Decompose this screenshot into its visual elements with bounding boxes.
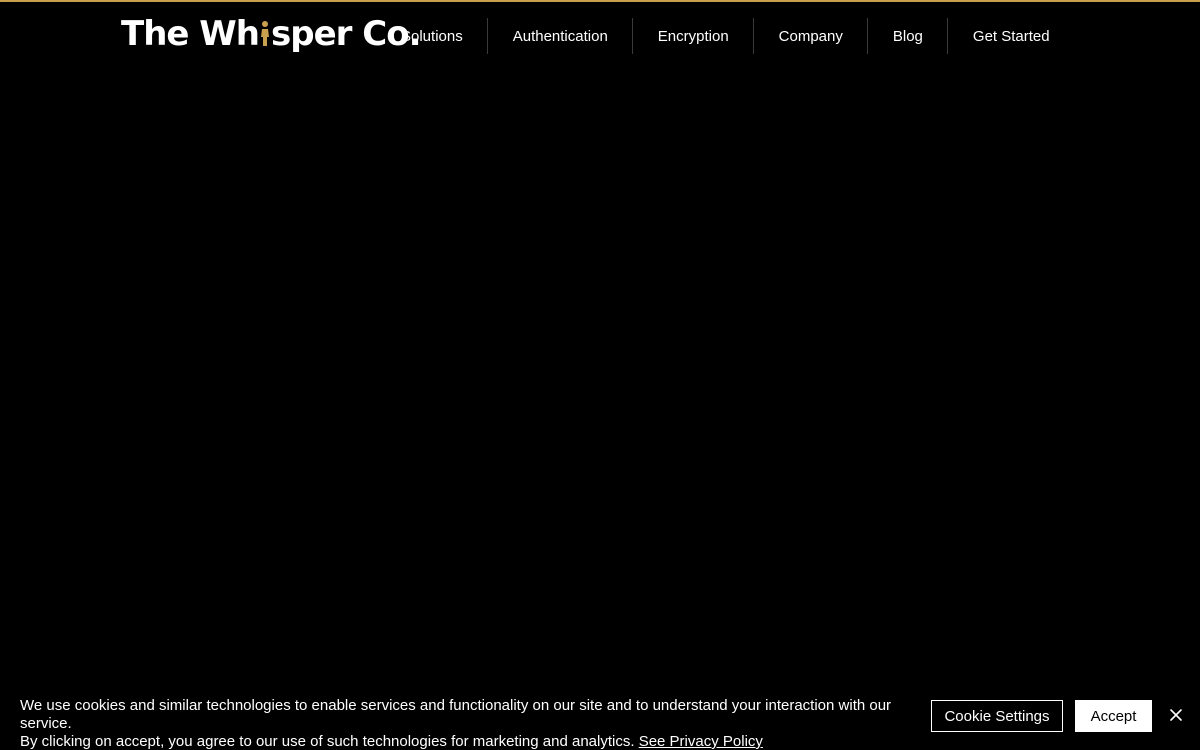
nav-encryption[interactable]: Encryption <box>631 18 753 54</box>
main-nav: Solutions Authentication Encryption Comp… <box>377 18 1074 54</box>
logo-text-start: The Wh <box>121 14 260 54</box>
close-icon[interactable] <box>1166 705 1186 725</box>
logo[interactable]: The Wh sper Co. <box>121 14 421 58</box>
cookie-message-line1: We use cookies and similar technologies … <box>20 697 892 732</box>
nav-blog[interactable]: Blog <box>866 18 947 54</box>
nav-get-started[interactable]: Get Started <box>946 18 1074 54</box>
cookie-settings-button[interactable]: Cookie Settings <box>931 700 1063 732</box>
cookie-message: We use cookies and similar technologies … <box>20 697 900 750</box>
page: The Wh sper Co. Solutions Authentication… <box>0 0 1200 750</box>
accept-button[interactable]: Accept <box>1075 700 1152 732</box>
nav-authentication[interactable]: Authentication <box>486 18 632 54</box>
cookie-banner: We use cookies and similar technologies … <box>0 688 1200 750</box>
cookie-message-line2: By clicking on accept, you agree to our … <box>20 733 635 750</box>
nav-company[interactable]: Company <box>752 18 867 54</box>
nav-solutions[interactable]: Solutions <box>377 18 487 54</box>
privacy-policy-link[interactable]: See Privacy Policy <box>639 733 763 750</box>
figure-icon <box>260 14 270 50</box>
site-header: The Wh sper Co. Solutions Authentication… <box>0 2 1200 70</box>
